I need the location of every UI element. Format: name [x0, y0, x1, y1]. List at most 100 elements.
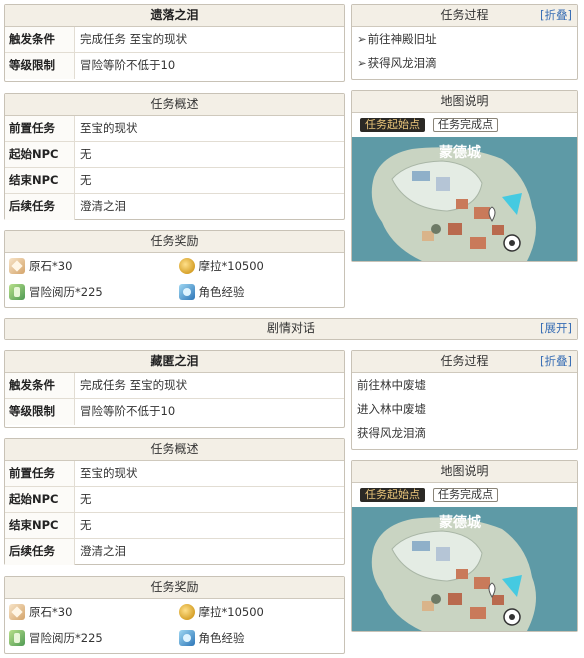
dialogue-header: 剧情对话 [展开]: [5, 319, 577, 339]
adventure-exp-icon: [9, 284, 25, 300]
quest2-title: 藏匿之泪: [5, 351, 344, 373]
reward-text: 角色经验: [198, 285, 245, 299]
next-quest-row: 后续任务 澄清之泪: [5, 194, 344, 220]
reward-text: 角色经验: [198, 631, 245, 645]
trigger-label: 触发条件: [5, 27, 75, 52]
primogem-icon: [9, 258, 25, 274]
process-step: ➢获得风龙泪滴: [357, 56, 437, 70]
quest-map[interactable]: 蒙德城: [352, 507, 577, 631]
rewards-title: 任务奖励: [5, 577, 344, 599]
quest1-process-panel: 任务过程 [折叠] ➢前往神殿旧址 ➢获得风龙泪滴: [351, 4, 578, 80]
start-npc-value: 无: [80, 147, 92, 161]
quest2-rewards-panel: 任务奖励 原石*30 摩拉*10500 冒险阅历*225 角色经验: [4, 576, 345, 654]
quest1-overview-panel: 任务概述 前置任务 至宝的现状 起始NPC 无 结束NPC 无 后续任务 澄清之…: [4, 93, 345, 220]
quest2-overview-panel: 任务概述 前置任务 至宝的现状 起始NPC 无 结束NPC 无 后续任务 澄清之…: [4, 438, 345, 565]
quest1-level-row: 等级限制 冒险等阶不低于10: [5, 53, 344, 79]
start-npc-label: 起始NPC: [5, 487, 75, 512]
process-step: 获得风龙泪滴: [357, 426, 426, 440]
start-npc-label: 起始NPC: [5, 142, 75, 167]
dialogue-bar[interactable]: 剧情对话 [展开]: [4, 318, 578, 340]
reward-character-exp: 角色经验: [175, 625, 345, 651]
reward-primogem: 原石*30: [5, 599, 175, 625]
process-step: ➢前往神殿旧址: [357, 32, 437, 46]
reward-text: 冒险阅历*225: [29, 631, 103, 645]
start-npc-row: 起始NPC 无: [5, 487, 344, 513]
legend-start: 任务起始点: [360, 118, 425, 132]
quest1-rewards-panel: 任务奖励 原石*30 摩拉*10500 冒险阅历*225 角色经验: [4, 230, 345, 308]
start-npc-value: 无: [80, 492, 92, 506]
quest2-map-panel: 地图说明 任务起始点 任务完成点 蒙德城: [351, 460, 578, 632]
prev-quest-label: 前置任务: [5, 461, 75, 486]
end-npc-row: 结束NPC 无: [5, 168, 344, 194]
legend-start: 任务起始点: [360, 488, 425, 502]
quest2-info-panel: 藏匿之泪 触发条件 完成任务 至宝的现状 等级限制 冒险等阶不低于10: [4, 350, 345, 428]
prev-quest-label: 前置任务: [5, 116, 75, 141]
end-npc-label: 结束NPC: [5, 513, 75, 538]
legend-end: 任务完成点: [433, 118, 498, 132]
legend-end: 任务完成点: [433, 488, 498, 502]
dialogue-title: 剧情对话: [266, 321, 315, 335]
level-value: 冒险等阶不低于10: [80, 404, 176, 418]
trigger-value: 完成任务 至宝的现状: [80, 378, 188, 392]
process-step: 前往林中废墟: [357, 378, 426, 392]
level-label: 等级限制: [5, 53, 75, 79]
reward-text: 原石*30: [29, 259, 73, 273]
primogem-icon: [9, 604, 25, 620]
arrow-marker-icon: ➢: [357, 56, 367, 70]
end-npc-value: 无: [80, 518, 92, 532]
quest1-title: 遗落之泪: [5, 5, 344, 27]
collapse-toggle[interactable]: [折叠]: [540, 5, 572, 26]
map-legend: 任务起始点 任务完成点: [352, 113, 577, 137]
reward-primogem: 原石*30: [5, 253, 175, 279]
process-step: 进入林中废墟: [357, 402, 426, 416]
adventure-exp-icon: [9, 630, 25, 646]
rewards-title: 任务奖励: [5, 231, 344, 253]
level-value: 冒险等阶不低于10: [80, 58, 176, 72]
map-legend: 任务起始点 任务完成点: [352, 483, 577, 507]
next-quest-label: 后续任务: [5, 194, 75, 220]
quest1-info-panel: 遗落之泪 触发条件 完成任务 至宝的现状 等级限制 冒险等阶不低于10: [4, 4, 345, 82]
mora-icon: [178, 604, 195, 620]
start-npc-row: 起始NPC 无: [5, 142, 344, 168]
character-exp-icon: [178, 630, 195, 646]
reward-text: 原石*30: [29, 605, 73, 619]
map-city-label: 蒙德城: [439, 144, 481, 160]
level-label: 等级限制: [5, 399, 75, 425]
quest-map[interactable]: 蒙德城: [352, 137, 577, 261]
process-title-text: 任务过程: [440, 354, 489, 368]
trigger-label: 触发条件: [5, 373, 75, 398]
trigger-value: 完成任务 至宝的现状: [80, 32, 188, 46]
collapse-toggle[interactable]: [折叠]: [540, 351, 572, 372]
next-quest-row: 后续任务 澄清之泪: [5, 539, 344, 565]
map-title: 地图说明: [352, 461, 577, 483]
overview-title: 任务概述: [5, 439, 344, 461]
reward-mora: 摩拉*10500: [175, 599, 345, 625]
prev-quest-row: 前置任务 至宝的现状: [5, 461, 344, 487]
process-title-text: 任务过程: [440, 8, 489, 22]
quest2-trigger-row: 触发条件 完成任务 至宝的现状: [5, 373, 344, 399]
end-npc-label: 结束NPC: [5, 168, 75, 193]
process-title: 任务过程 [折叠]: [352, 351, 577, 373]
quest1-map-panel: 地图说明 任务起始点 任务完成点 蒙德城: [351, 90, 578, 262]
end-npc-row: 结束NPC 无: [5, 513, 344, 539]
mora-icon: [178, 258, 195, 274]
reward-text: 摩拉*10500: [198, 259, 264, 273]
quest2-level-row: 等级限制 冒险等阶不低于10: [5, 399, 344, 425]
process-title: 任务过程 [折叠]: [352, 5, 577, 27]
next-quest-value: 澄清之泪: [80, 199, 126, 213]
next-quest-value: 澄清之泪: [80, 544, 126, 558]
expand-toggle[interactable]: [展开]: [540, 319, 572, 338]
end-npc-value: 无: [80, 173, 92, 187]
reward-mora: 摩拉*10500: [175, 253, 345, 279]
quest2-process-panel: 任务过程 [折叠] 前往林中废墟 进入林中废墟 获得风龙泪滴: [351, 350, 578, 450]
map-city-label: 蒙德城: [439, 514, 481, 530]
reward-adventure-exp: 冒险阅历*225: [5, 279, 175, 305]
arrow-marker-icon: ➢: [357, 32, 367, 46]
prev-quest-value: 至宝的现状: [80, 466, 138, 480]
quest1-trigger-row: 触发条件 完成任务 至宝的现状: [5, 27, 344, 53]
character-exp-icon: [178, 284, 195, 300]
prev-quest-row: 前置任务 至宝的现状: [5, 116, 344, 142]
prev-quest-value: 至宝的现状: [80, 121, 138, 135]
reward-adventure-exp: 冒险阅历*225: [5, 625, 175, 651]
reward-character-exp: 角色经验: [175, 279, 345, 305]
